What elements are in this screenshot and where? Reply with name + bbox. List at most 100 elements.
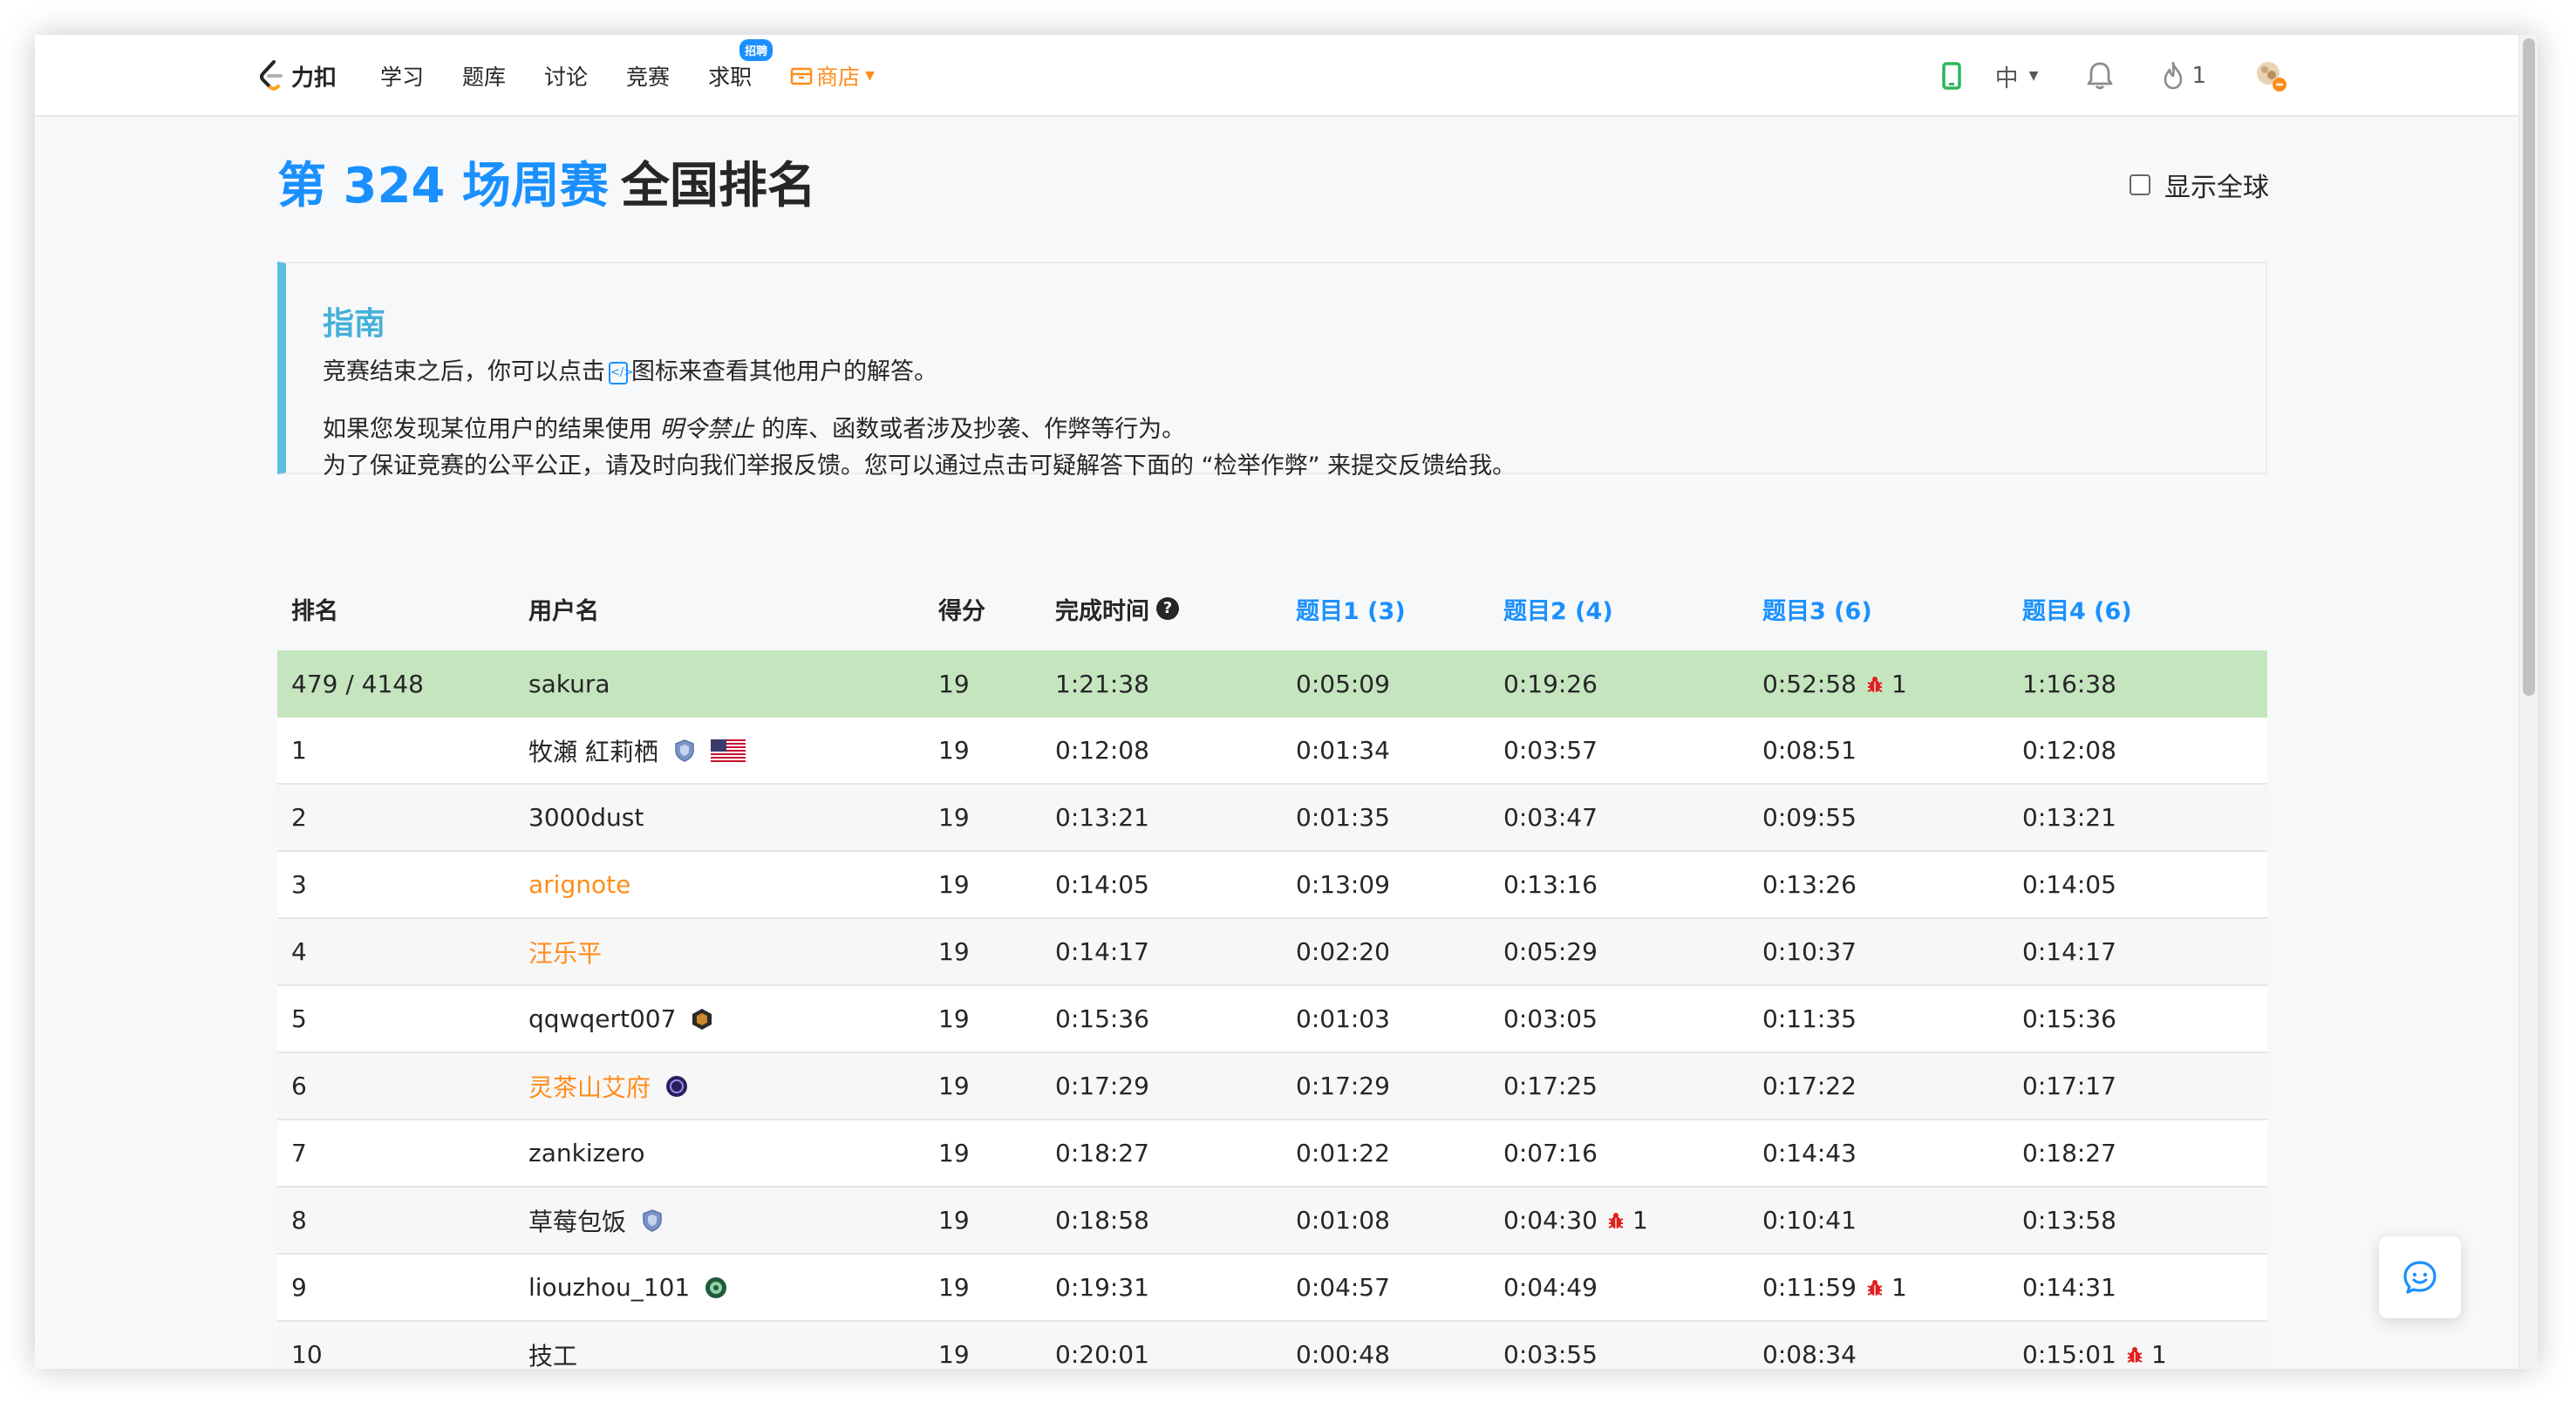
cell-q1: 0:02:20 (1296, 937, 1390, 966)
username-link[interactable]: zankizero (528, 1139, 645, 1167)
cell-q4: 0:14:31 (2022, 1273, 2116, 1302)
username-link[interactable]: arignote (528, 870, 630, 899)
cell-q3: 0:10:41 (1762, 1206, 1857, 1235)
table-row: 4 汪乐平 19 0:14:17 0:02:20 0:05:29 0:10:37… (277, 919, 2267, 986)
mobile-app-button[interactable] (1941, 62, 1962, 90)
cell-q2: 0:03:55 (1503, 1340, 1598, 1369)
cell-q1: 0:17:29 (1296, 1072, 1390, 1100)
cell-score: 19 (938, 670, 970, 698)
header-q4-link[interactable]: 题目4 (6) (2008, 592, 2267, 626)
contest-badge-icon (664, 1074, 689, 1099)
cell-q3: 0:11:35 (1762, 1004, 1857, 1033)
cell-q3: 0:08:51 (1762, 736, 1857, 765)
cell-q2: 0:03:05 (1503, 1004, 1598, 1033)
cell-score: 19 (938, 1340, 970, 1369)
nav-item-problemset[interactable]: 题库 (462, 60, 506, 92)
cell-q2: 0:07:16 (1503, 1139, 1598, 1167)
table-row: 2 3000dust 19 0:13:21 0:01:35 0:03:47 0:… (277, 785, 2267, 852)
cell-q1: 0:01:35 (1296, 803, 1390, 832)
cell-q4: 0:15:01 1 (2008, 1340, 2267, 1369)
wrong-answer-bug-icon (1865, 1278, 1884, 1297)
show-global-toggle[interactable]: 显示全球 (2130, 166, 2269, 204)
header-finish-time-label: 完成时间 (1055, 597, 1149, 625)
cell-rank: 1 (291, 736, 307, 765)
cell-q3: 0:52:58 1 (1748, 670, 2008, 698)
cell-user: 汪乐平 (515, 935, 924, 970)
cell-user: liouzhou_101 (515, 1273, 924, 1302)
cell-q1: 0:01:08 (1296, 1206, 1390, 1235)
cell-q1: 0:05:09 (1296, 670, 1390, 698)
user-avatar[interactable] (2253, 58, 2288, 93)
header-q3-link[interactable]: 题目3 (6) (1748, 592, 2008, 626)
leetcode-logo[interactable]: 力扣 (256, 57, 337, 95)
us-flag-icon (710, 738, 746, 762)
help-icon[interactable]: ? (1156, 597, 1179, 620)
show-global-checkbox[interactable] (2130, 174, 2150, 195)
username-link[interactable]: 牧瀬 紅莉栖 (528, 733, 658, 768)
table-row-current-user: 479 / 4148 sakura 19 1:21:38 0:05:09 0:1… (277, 650, 2267, 718)
cell-score: 19 (938, 1206, 970, 1235)
chat-smile-icon (2403, 1261, 2436, 1294)
notifications-button[interactable] (2085, 60, 2115, 92)
cell-q4: 1:16:38 (2022, 670, 2116, 698)
bug-count: 1 (2150, 1340, 2167, 1369)
show-global-label: 显示全球 (2164, 173, 2269, 203)
cell-q3: 0:08:34 (1762, 1340, 1857, 1369)
guide-line-2-em: 明令禁止 (659, 416, 754, 443)
contest-name-link[interactable]: 第 324 场周赛 (277, 158, 609, 214)
nav-item-discuss[interactable]: 讨论 (544, 60, 588, 92)
username-link[interactable]: 灵茶山艾府 (528, 1069, 651, 1104)
top-nav: 力扣 学习 题库 讨论 竞赛 求职 招聘 商店 ▼ 中 ▼ 1 (35, 35, 2518, 117)
cell-finish-time: 0:19:31 (1055, 1273, 1149, 1302)
language-label: 中 (1994, 65, 2019, 92)
cell-q2-time: 0:04:30 (1503, 1206, 1598, 1235)
guardian-badge-icon (672, 738, 697, 763)
username-link[interactable]: liouzhou_101 (528, 1273, 690, 1302)
cell-rank: 8 (291, 1206, 307, 1235)
cell-rank: 2 (291, 803, 307, 832)
nav-item-store[interactable]: 商店 ▼ (790, 60, 875, 92)
header-q2-link[interactable]: 题目2 (4) (1489, 592, 1748, 626)
vertical-scrollbar[interactable] (2518, 35, 2538, 1369)
cell-score: 19 (938, 1072, 970, 1100)
cell-finish-time: 0:13:21 (1055, 803, 1149, 832)
table-row: 5 qqwqert007 19 0:15:36 0:01:03 0:03:05 … (277, 986, 2267, 1053)
nav-item-contest[interactable]: 竞赛 (626, 60, 670, 92)
chevron-down-icon: ▼ (865, 69, 875, 83)
cell-user: qqwqert007 (515, 1004, 924, 1033)
username-link[interactable]: 草莓包饭 (528, 1203, 626, 1238)
cell-q2: 0:17:25 (1503, 1072, 1598, 1100)
wrong-answer-bug-icon (1606, 1211, 1625, 1230)
guide-line-3: 为了保证竞赛的公平公正，请及时向我们举报反馈。您可以通过点击可疑解答下面的 “检… (323, 453, 1516, 480)
guide-line-1-after: 图标来查看其他用户的解答。 (631, 358, 937, 385)
username-link[interactable]: 汪乐平 (528, 935, 602, 970)
page-title: 第 324 场周赛 全国排名 (277, 146, 816, 217)
username-link[interactable]: sakura (528, 670, 610, 698)
header-q1-link[interactable]: 题目1 (3) (1282, 592, 1489, 626)
language-selector[interactable]: 中 ▼ (1995, 59, 2039, 93)
cell-q4: 0:15:36 (2022, 1004, 2116, 1033)
scrollbar-thumb[interactable] (2523, 38, 2535, 696)
header-rank: 排名 (291, 597, 338, 625)
cell-finish-time: 0:18:58 (1055, 1206, 1149, 1235)
cell-user: arignote (515, 870, 924, 899)
nav-item-jobs[interactable]: 求职 招聘 (708, 39, 773, 92)
username-link[interactable]: 3000dust (528, 803, 644, 832)
nav-right: 中 ▼ 1 (1894, 35, 2288, 117)
cell-q2: 0:13:16 (1503, 870, 1598, 899)
guide-line-2-after: 的库、函数或者涉及抄袭、作弊等行为。 (761, 416, 1186, 443)
username-link[interactable]: 技工 (528, 1337, 577, 1370)
cell-q3: 0:11:59 1 (1748, 1273, 2008, 1302)
feedback-chat-button[interactable] (2379, 1236, 2461, 1318)
username-link[interactable]: qqwqert007 (528, 1004, 676, 1033)
cell-q4: 0:14:05 (2022, 870, 2116, 899)
streak-button[interactable]: 1 (2162, 61, 2206, 91)
nav-item-study[interactable]: 学习 (380, 60, 424, 92)
cell-finish-time: 0:18:27 (1055, 1139, 1149, 1167)
cell-q2: 0:04:49 (1503, 1273, 1598, 1302)
cell-rank: 9 (291, 1273, 307, 1302)
cell-score: 19 (938, 870, 970, 899)
streak-count: 1 (2191, 63, 2206, 89)
guardian-badge-icon (640, 1208, 664, 1233)
table-row: 6 灵茶山艾府 19 0:17:29 0:17:29 0:17:25 0:17:… (277, 1053, 2267, 1120)
